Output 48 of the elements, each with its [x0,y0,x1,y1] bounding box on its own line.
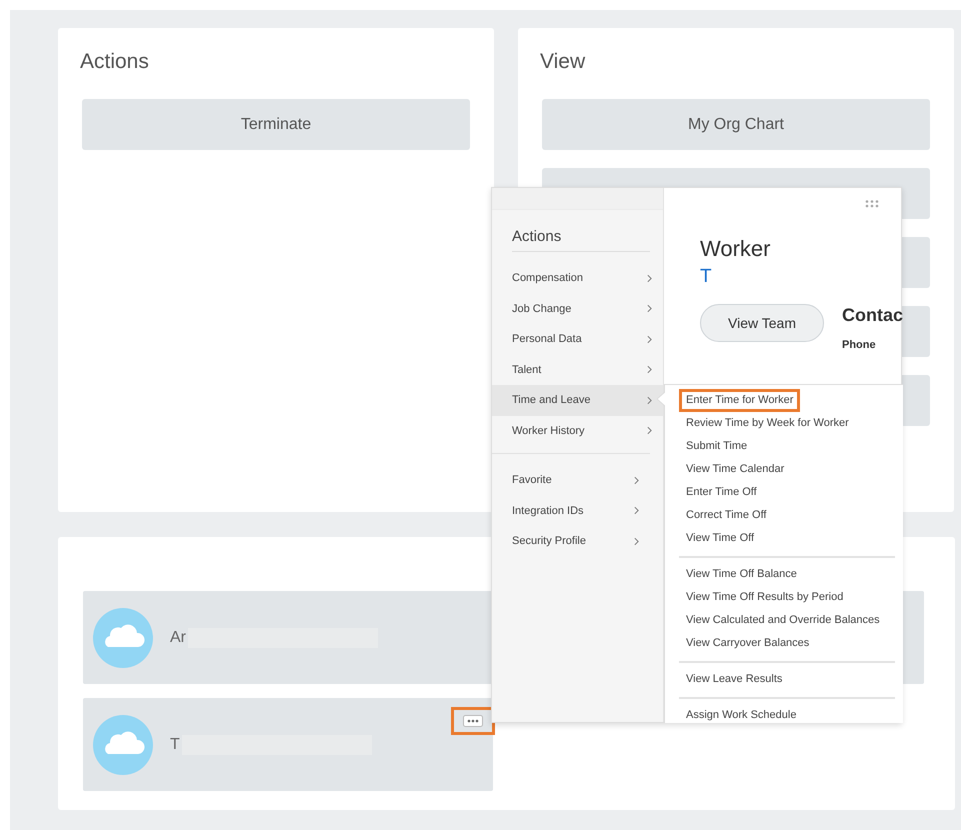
menu-title: Actions [512,228,650,252]
person-name: Ar [170,628,186,646]
chevron-icon [634,536,639,546]
submenu-item[interactable]: Submit Time [679,435,895,458]
worker-heading: Worker [700,236,772,262]
menu-item[interactable]: Job Change [492,294,663,324]
card-title: Actions [80,50,150,75]
submenu-item[interactable]: View Time Off [679,527,895,550]
menu-item[interactable]: Worker History [492,416,663,446]
menu-item[interactable]: Time and Leave [492,385,663,416]
chevron-icon [647,304,652,314]
action-button[interactable]: Terminate [82,99,470,150]
avatar-icon [93,714,153,774]
submenu-item[interactable]: Enter Time Off [679,481,895,504]
chevron-icon [647,426,652,436]
menu-item[interactable]: Compensation [492,263,663,294]
person-row[interactable]: Ar [83,591,493,684]
person-name: T [170,736,180,754]
submenu-item[interactable]: View Carryover Balances [679,632,895,655]
phone-label: Phone [842,339,877,351]
worker-name-link[interactable]: T [700,266,904,288]
chevron-icon [647,274,652,283]
chevron-icon [634,506,639,516]
submenu-item[interactable]: Correct Time Off [679,504,895,527]
menu-item[interactable]: Integration IDs [492,496,650,526]
avatar-icon [93,608,153,668]
menu-item[interactable]: Personal Data [492,324,663,354]
card-title: View [540,50,586,75]
chevron-icon [647,365,652,374]
submenu-item[interactable]: Assign Work Schedule [679,704,895,727]
chevron-icon [634,476,639,485]
person-row[interactable]: T [83,698,493,791]
view-button[interactable]: My Org Chart [542,99,930,150]
submenu-item[interactable]: View Time Off Balance [679,563,895,586]
menu-item[interactable]: Security Profile [492,526,650,556]
submenu-item[interactable]: View Leave Results [679,668,895,691]
submenu-item[interactable]: Enter Time for Worker [679,389,800,412]
chevron-icon [647,396,652,405]
submenu-item[interactable]: View Time Calendar [679,458,895,481]
view-team-button[interactable]: View Team [700,304,824,342]
submenu-item[interactable]: View Calculated and Override Balances [679,609,895,632]
menu-item[interactable]: Talent [492,354,663,385]
submenu-item[interactable]: View Time Off Results by Period [679,586,895,609]
menu-item[interactable]: Favorite [492,465,650,496]
submenu-item[interactable]: Review Time by Week for Worker [679,412,895,435]
chevron-icon [647,334,652,344]
contact-heading: Contac [842,305,904,326]
more-button[interactable] [463,715,483,727]
